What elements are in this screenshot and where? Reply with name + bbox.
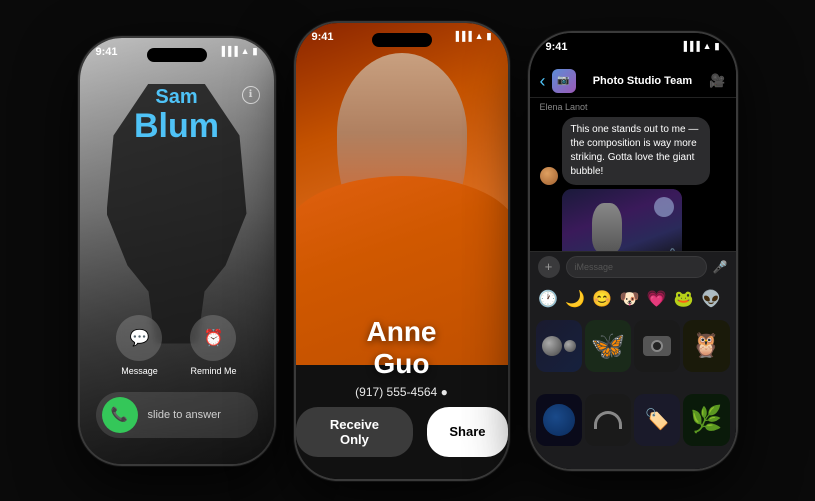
slide-to-answer[interactable]: 📞 slide to answer bbox=[96, 392, 258, 438]
contact-first-name: Anne bbox=[367, 316, 437, 347]
emoji-smile[interactable]: 😊 bbox=[590, 286, 615, 312]
sticker-grid: 🦋 🦉 🏷️ 🌿 bbox=[530, 316, 736, 469]
phone-icon: 📞 bbox=[111, 406, 128, 423]
signal-icon-2: ▐▐▐ bbox=[452, 31, 471, 41]
phone-3-messages: 9:41 ▐▐▐ ▲ ▮ ‹ 📷 Photo Studio Team 🎥 Ele… bbox=[528, 31, 738, 471]
sticker-leaf[interactable]: 🌿 bbox=[683, 394, 729, 446]
time-phone3: 9:41 bbox=[546, 41, 568, 53]
phone-1-call-screen: 9:41 ▐▐▐ ▲ ▮ ℹ Sam Blum 💬 Message ⏰ bbox=[78, 36, 276, 466]
message-action[interactable]: 💬 Message bbox=[116, 315, 162, 376]
camera-lens bbox=[651, 340, 663, 352]
message-bubbles: Elena Lanot This one stands out to me — … bbox=[530, 98, 736, 251]
receive-only-button[interactable]: Receive Only bbox=[296, 407, 414, 457]
message-input-bar: + iMessage 🎤 bbox=[530, 251, 736, 282]
earth-globe bbox=[543, 404, 575, 436]
imessage-field[interactable]: iMessage bbox=[566, 256, 707, 278]
remind-action[interactable]: ⏰ Remind Me bbox=[190, 315, 236, 376]
battery-icon-2: ▮ bbox=[487, 31, 492, 42]
image-person bbox=[592, 203, 622, 251]
sender-avatar bbox=[540, 167, 558, 185]
imessage-placeholder: iMessage bbox=[575, 262, 614, 272]
message-icon: 💬 bbox=[130, 328, 150, 348]
battery-icon-3: ▮ bbox=[715, 41, 720, 52]
group-name: Photo Studio Team bbox=[582, 75, 704, 87]
time-phone2: 9:41 bbox=[312, 31, 334, 43]
video-icon[interactable]: 🎥 bbox=[709, 73, 725, 89]
emoji-dog[interactable]: 🐶 bbox=[617, 286, 642, 312]
sticker-orbs[interactable] bbox=[536, 320, 582, 372]
answer-button[interactable]: 📞 bbox=[102, 397, 138, 433]
signal-icon: ▐▐▐ bbox=[218, 46, 237, 56]
sticker-headphones[interactable] bbox=[585, 394, 631, 446]
status-bar-phone2: 9:41 ▐▐▐ ▲ ▮ bbox=[296, 23, 508, 59]
phone-2-share-contact: 9:41 ▐▐▐ ▲ ▮ Share Your Contact Anne Guo… bbox=[294, 21, 510, 481]
group-avatar: 📷 bbox=[552, 69, 576, 93]
sticker-earth[interactable] bbox=[536, 394, 582, 446]
message-label: Message bbox=[121, 366, 158, 376]
sticker-camera[interactable] bbox=[634, 320, 680, 372]
sender-label: Elena Lanot bbox=[540, 102, 726, 112]
message-row: This one stands out to me — the composit… bbox=[540, 117, 726, 185]
contact-name: Anne Guo bbox=[296, 316, 508, 380]
remind-icon: ⏰ bbox=[204, 328, 224, 348]
emoji-moon[interactable]: 🌙 bbox=[563, 286, 588, 312]
sticker-stickers-icon[interactable]: 🏷️ bbox=[634, 394, 680, 446]
header-icons: 🎥 bbox=[709, 73, 725, 89]
slide-text: slide to answer bbox=[148, 409, 221, 421]
emoji-bar: 🕐 🌙 😊 🐶 💗 🐸 👽 bbox=[530, 282, 736, 316]
time-phone1: 9:41 bbox=[96, 46, 118, 58]
status-icons-phone2: ▐▐▐ ▲ ▮ bbox=[452, 31, 491, 42]
remind-action-circle[interactable]: ⏰ bbox=[190, 315, 236, 361]
mic-button[interactable]: 🎤 bbox=[713, 260, 728, 274]
share-buttons: Receive Only Share bbox=[296, 407, 508, 457]
image-bubble[interactable]: 🔒 bbox=[562, 189, 682, 251]
caller-name: Sam Blum bbox=[80, 86, 274, 143]
orb-large bbox=[542, 336, 562, 356]
caller-first-name: Sam bbox=[80, 86, 274, 109]
contact-last-name: Guo bbox=[374, 348, 430, 379]
emoji-clock[interactable]: 🕐 bbox=[536, 286, 561, 312]
signal-icon-3: ▐▐▐ bbox=[680, 41, 699, 51]
orb-small bbox=[564, 340, 576, 352]
camera-body bbox=[643, 336, 671, 356]
status-icons-phone1: ▐▐▐ ▲ ▮ bbox=[218, 46, 257, 57]
lock-icon: 🔒 bbox=[668, 248, 678, 251]
sticker-butterfly[interactable]: 🦋 bbox=[585, 320, 631, 372]
call-actions: 💬 Message ⏰ Remind Me bbox=[80, 315, 274, 376]
emoji-frog[interactable]: 🐸 bbox=[671, 286, 696, 312]
wifi-icon-3: ▲ bbox=[703, 41, 712, 51]
emoji-heart[interactable]: 💗 bbox=[644, 286, 669, 312]
remind-label: Remind Me bbox=[190, 366, 236, 376]
status-icons-phone3: ▐▐▐ ▲ ▮ bbox=[680, 41, 719, 52]
contact-photo bbox=[296, 23, 508, 365]
sticker-owl[interactable]: 🦉 bbox=[683, 320, 729, 372]
image-message-row: 🔒 bbox=[540, 189, 726, 251]
status-bar-phone1: 9:41 ▐▐▐ ▲ ▮ bbox=[80, 38, 274, 74]
message-bubble: This one stands out to me — the composit… bbox=[562, 117, 711, 185]
status-bar-phone3: 9:41 ▐▐▐ ▲ ▮ bbox=[530, 33, 736, 69]
wifi-icon-2: ▲ bbox=[475, 31, 484, 41]
wifi-icon: ▲ bbox=[241, 46, 250, 56]
battery-icon: ▮ bbox=[253, 46, 258, 57]
add-button[interactable]: + bbox=[538, 256, 560, 278]
share-button[interactable]: Share bbox=[427, 407, 507, 457]
message-action-circle[interactable]: 💬 bbox=[116, 315, 162, 361]
image-bubble-element bbox=[654, 197, 674, 217]
emoji-alien[interactable]: 👽 bbox=[698, 286, 723, 312]
contact-name-area: Anne Guo (917) 555-4564 ● bbox=[296, 316, 508, 398]
caller-last-name: Blum bbox=[80, 109, 274, 143]
back-button[interactable]: ‹ bbox=[540, 72, 546, 90]
headphone-arc bbox=[594, 411, 622, 429]
contact-phone: (917) 555-4564 ● bbox=[296, 385, 508, 399]
